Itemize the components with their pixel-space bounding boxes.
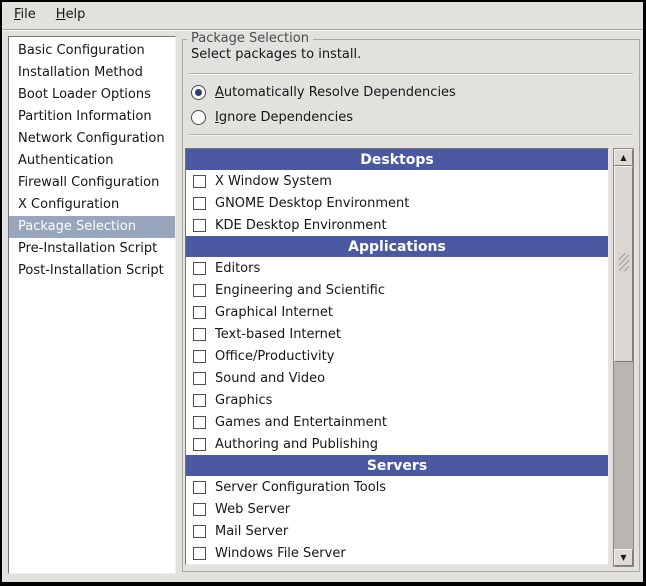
arrow-down-icon: ▼ bbox=[620, 553, 626, 562]
checkbox-unchecked-icon[interactable] bbox=[193, 197, 206, 210]
sidebar-item-pre-installation-script[interactable]: Pre-Installation Script bbox=[9, 238, 175, 260]
checkbox-unchecked-icon[interactable] bbox=[193, 394, 206, 407]
category-header-label: Servers bbox=[367, 458, 427, 474]
package-groups-listbox: Desktops X Window System GNOME Desktop E… bbox=[185, 148, 637, 567]
sidebar-item-basic-configuration[interactable]: Basic Configuration bbox=[9, 40, 175, 62]
checkbox-unchecked-icon[interactable] bbox=[193, 262, 206, 275]
package-groups-list: Desktops X Window System GNOME Desktop E… bbox=[185, 148, 609, 565]
package-group-label: Games and Entertainment bbox=[215, 415, 387, 430]
package-group-label: Office/Productivity bbox=[215, 349, 334, 364]
package-group-row[interactable]: Mail Server bbox=[186, 520, 608, 542]
package-group-label: Editors bbox=[215, 261, 260, 276]
category-header-desktops: Desktops bbox=[186, 149, 608, 170]
category-header-servers: Servers bbox=[186, 455, 608, 476]
menu-help-accel: H bbox=[56, 7, 66, 22]
menubar: File Help bbox=[2, 2, 643, 30]
package-group-row[interactable]: Office/Productivity bbox=[186, 345, 608, 367]
radio-unselected-icon[interactable] bbox=[191, 110, 206, 125]
package-group-label: Web Server bbox=[215, 502, 290, 517]
sidebar-item-firewall-configuration[interactable]: Firewall Configuration bbox=[9, 172, 175, 194]
package-group-row[interactable]: KDE Desktop Environment bbox=[186, 214, 608, 236]
package-group-row[interactable]: Engineering and Scientific bbox=[186, 279, 608, 301]
package-group-row[interactable]: Graphics bbox=[186, 389, 608, 411]
radio-accel: A bbox=[215, 85, 224, 100]
radio-selected-icon[interactable] bbox=[191, 85, 206, 100]
intro-text: Select packages to install. bbox=[191, 47, 361, 62]
package-group-row[interactable]: Sound and Video bbox=[186, 367, 608, 389]
checkbox-unchecked-icon[interactable] bbox=[193, 219, 206, 232]
frame-title: Package Selection bbox=[187, 31, 313, 46]
menu-file-label: ile bbox=[21, 7, 36, 22]
radio-ignore-label: Ignore Dependencies bbox=[215, 110, 353, 125]
sidebar-item-installation-method[interactable]: Installation Method bbox=[9, 62, 175, 84]
package-group-label: Graphical Internet bbox=[215, 305, 333, 320]
package-group-row[interactable]: X Window System bbox=[186, 170, 608, 192]
checkbox-unchecked-icon[interactable] bbox=[193, 525, 206, 538]
checkbox-unchecked-icon[interactable] bbox=[193, 416, 206, 429]
radio-rest: utomatically Resolve Dependencies bbox=[224, 85, 456, 100]
sidebar-nav: Basic Configuration Installation Method … bbox=[8, 36, 176, 574]
radio-auto-resolve-dependencies[interactable]: Automatically Resolve Dependencies bbox=[191, 83, 456, 101]
checkbox-unchecked-icon[interactable] bbox=[193, 547, 206, 560]
package-group-label: Server Configuration Tools bbox=[215, 480, 386, 495]
package-group-row[interactable]: Windows File Server bbox=[186, 542, 608, 564]
menu-help[interactable]: Help bbox=[46, 2, 96, 29]
package-group-label: GNOME Desktop Environment bbox=[215, 196, 409, 211]
category-header-label: Desktops bbox=[360, 152, 433, 168]
package-group-label: Graphics bbox=[215, 393, 272, 408]
separator bbox=[189, 134, 633, 136]
kickstart-configurator-window: File Help Basic Configuration Installati… bbox=[0, 0, 646, 586]
package-group-label: Windows File Server bbox=[215, 546, 346, 561]
separator bbox=[189, 73, 633, 75]
package-group-row-partial[interactable] bbox=[186, 564, 608, 565]
package-group-label: Text-based Internet bbox=[215, 327, 341, 342]
package-group-label: Authoring and Publishing bbox=[215, 437, 378, 452]
package-group-row[interactable]: Text-based Internet bbox=[186, 323, 608, 345]
checkbox-unchecked-icon[interactable] bbox=[193, 284, 206, 297]
category-header-applications: Applications bbox=[186, 236, 608, 257]
sidebar-item-network-configuration[interactable]: Network Configuration bbox=[9, 128, 175, 150]
checkbox-unchecked-icon[interactable] bbox=[193, 438, 206, 451]
category-header-label: Applications bbox=[348, 239, 446, 255]
menu-file[interactable]: File bbox=[4, 2, 46, 29]
sidebar-item-authentication[interactable]: Authentication bbox=[9, 150, 175, 172]
radio-auto-resolve-label: Automatically Resolve Dependencies bbox=[215, 85, 456, 100]
scroll-down-button[interactable]: ▼ bbox=[614, 549, 633, 566]
package-group-row[interactable]: Server Configuration Tools bbox=[186, 476, 608, 498]
checkbox-unchecked-icon[interactable] bbox=[193, 481, 206, 494]
checkbox-unchecked-icon[interactable] bbox=[193, 306, 206, 319]
sidebar-item-package-selection[interactable]: Package Selection bbox=[9, 216, 175, 238]
checkbox-unchecked-icon[interactable] bbox=[193, 372, 206, 385]
package-group-row[interactable]: Web Server bbox=[186, 498, 608, 520]
scrollbar-thumb[interactable] bbox=[614, 166, 633, 362]
checkbox-unchecked-icon[interactable] bbox=[193, 350, 206, 363]
checkbox-unchecked-icon[interactable] bbox=[193, 503, 206, 516]
package-group-row[interactable]: Games and Entertainment bbox=[186, 411, 608, 433]
scroll-up-button[interactable]: ▲ bbox=[614, 149, 633, 166]
package-selection-frame: Package Selection Select packages to ins… bbox=[182, 39, 640, 572]
package-group-row[interactable]: Authoring and Publishing bbox=[186, 433, 608, 455]
package-group-label: X Window System bbox=[215, 174, 332, 189]
checkbox-unchecked-icon[interactable] bbox=[193, 175, 206, 188]
package-group-row[interactable]: Editors bbox=[186, 257, 608, 279]
vertical-scrollbar[interactable]: ▲ ▼ bbox=[613, 148, 634, 567]
radio-rest: gnore Dependencies bbox=[219, 110, 353, 125]
radio-ignore-dependencies[interactable]: Ignore Dependencies bbox=[191, 108, 353, 126]
package-group-row[interactable]: Graphical Internet bbox=[186, 301, 608, 323]
package-group-label: KDE Desktop Environment bbox=[215, 218, 387, 233]
sidebar-item-post-installation-script[interactable]: Post-Installation Script bbox=[9, 260, 175, 282]
sidebar-item-x-configuration[interactable]: X Configuration bbox=[9, 194, 175, 216]
package-group-label: Engineering and Scientific bbox=[215, 283, 385, 298]
package-group-row[interactable]: GNOME Desktop Environment bbox=[186, 192, 608, 214]
sidebar-item-boot-loader-options[interactable]: Boot Loader Options bbox=[9, 84, 175, 106]
package-group-label: Mail Server bbox=[215, 524, 288, 539]
sidebar-item-partition-information[interactable]: Partition Information bbox=[9, 106, 175, 128]
arrow-up-icon: ▲ bbox=[620, 153, 626, 162]
menu-help-label: elp bbox=[66, 7, 86, 22]
package-group-label: Sound and Video bbox=[215, 371, 325, 386]
checkbox-unchecked-icon[interactable] bbox=[193, 328, 206, 341]
